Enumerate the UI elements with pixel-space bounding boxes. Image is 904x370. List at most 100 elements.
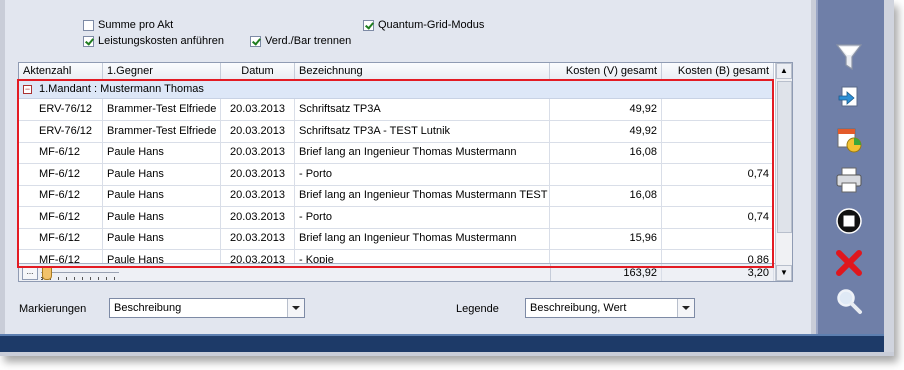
cell-gegner: Paule Hans	[103, 228, 221, 249]
cell-bezeichnung: Schriftsatz TP3A - TEST Lutnik	[295, 120, 550, 142]
close-icon[interactable]	[832, 248, 866, 278]
table-row[interactable]: MF-6/12 Paule Hans 20.03.2013- Porto 0,74	[19, 163, 774, 186]
checkbox-box[interactable]	[250, 35, 261, 47]
calendar-chart-icon[interactable]	[832, 125, 866, 155]
cell-bezeichnung: - Porto	[295, 163, 550, 185]
cell-gegner: Paule Hans	[103, 163, 221, 185]
column-header-aktenzahl[interactable]: Aktenzahl	[19, 63, 103, 80]
cell-datum: 20.03.2013	[221, 163, 295, 185]
cell-aktenzahl: MF-6/12	[35, 228, 103, 249]
cell-kosten-b	[662, 120, 774, 142]
cell-gegner: Paule Hans	[103, 206, 221, 228]
verd-bar-checkbox[interactable]: Verd./Bar trennen	[250, 34, 351, 48]
cell-gegner: Paule Hans	[103, 185, 221, 206]
cell-datum: 20.03.2013	[221, 120, 295, 142]
cell-datum: 20.03.2013	[221, 142, 295, 163]
column-header-gegner[interactable]: 1.Gegner	[103, 63, 221, 80]
cell-kosten-b: 0,74	[662, 206, 774, 228]
grid-header: Aktenzahl 1.Gegner Datum Bezeichnung Kos…	[19, 63, 774, 81]
customize-button[interactable]: ...	[22, 267, 38, 280]
slider-thumb[interactable]	[42, 266, 52, 280]
cell-kosten-v: 16,08	[550, 185, 662, 206]
printer-icon[interactable]	[832, 165, 866, 195]
cell-kosten-b	[662, 185, 774, 206]
cell-bezeichnung: Brief lang an Ingenieur Thomas Musterman…	[295, 142, 550, 163]
window-edge	[884, 0, 894, 356]
filter-icon[interactable]	[832, 42, 866, 72]
checkbox-box[interactable]	[363, 19, 374, 31]
cell-kosten-v: 16,08	[550, 142, 662, 163]
export-icon[interactable]	[832, 82, 866, 112]
checkbox-label: Quantum-Grid-Modus	[378, 19, 485, 31]
scroll-thumb[interactable]	[777, 81, 792, 233]
cell-gegner: Brammer-Test Elfriede	[103, 99, 221, 120]
select-value: Beschreibung, Wert	[530, 302, 627, 314]
scroll-down-icon[interactable]: ▼	[776, 265, 792, 281]
group-row[interactable]: − 1.Mandant : Mustermann Thomas	[19, 81, 774, 99]
zoom-slider[interactable]	[41, 266, 121, 280]
table-row[interactable]: MF-6/12 Paule Hans 20.03.2013 Brief lang an…	[19, 228, 774, 250]
legende-select[interactable]: Beschreibung, Wert	[525, 298, 695, 318]
cell-kosten-v: 15,96	[550, 228, 662, 249]
scroll-up-icon[interactable]: ▲	[776, 63, 792, 79]
cell-bezeichnung: Brief lang an Ingenieur Thomas Musterman…	[295, 228, 550, 249]
markierungen-select[interactable]: Beschreibung	[109, 298, 305, 318]
leistungskosten-checkbox[interactable]: Leistungskosten anführen	[83, 34, 224, 48]
cell-gegner: Brammer-Test Elfriede	[103, 120, 221, 142]
table-row[interactable]: MF-6/12 Paule Hans 20.03.2013 Brief lang an…	[19, 142, 774, 164]
status-strip	[0, 352, 894, 356]
cost-grid: Aktenzahl 1.Gegner Datum Bezeichnung Kos…	[18, 62, 793, 282]
cell-kosten-v: 49,92	[550, 120, 662, 142]
stop-icon[interactable]	[832, 206, 866, 236]
grid-footer: ... 163,92 3,20	[19, 263, 775, 281]
cell-bezeichnung: Brief lang an Ingenieur Thomas Musterman…	[295, 185, 550, 206]
cell-aktenzahl: ERV-76/12	[35, 120, 103, 142]
bottom-bar	[0, 334, 884, 354]
markierungen-label: Markierungen	[19, 303, 87, 315]
cell-kosten-b: 0,74	[662, 163, 774, 185]
checkbox-label: Leistungskosten anführen	[98, 35, 224, 47]
table-row[interactable]: MF-6/12 Paule Hans 20.03.2013 Brief lang an…	[19, 185, 774, 207]
checkbox-label: Summe pro Akt	[98, 19, 174, 31]
search-icon[interactable]	[832, 286, 866, 316]
cell-datum: 20.03.2013	[221, 228, 295, 249]
app-window: Summe pro Akt Leistungskosten anführen V…	[0, 0, 894, 356]
checkbox-label: Verd./Bar trennen	[265, 35, 352, 47]
cell-bezeichnung: Schriftsatz TP3A	[295, 99, 550, 120]
cell-aktenzahl: MF-6/12	[35, 163, 103, 185]
checkbox-box[interactable]	[83, 19, 94, 31]
column-header-kosten-v[interactable]: Kosten (V) gesamt	[550, 63, 662, 80]
total-kosten-v: 163,92	[550, 264, 662, 281]
cell-datum: 20.03.2013	[221, 206, 295, 228]
cell-kosten-v: 49,92	[550, 99, 662, 120]
table-row[interactable]: ERV-76/12 Brammer-Test Elfriede 20.03.2013…	[19, 99, 774, 121]
cell-aktenzahl: MF-6/12	[35, 142, 103, 163]
cell-kosten-v	[550, 206, 662, 228]
checkbox-box[interactable]	[83, 35, 94, 47]
cell-kosten-v	[550, 163, 662, 185]
cell-datum: 20.03.2013	[221, 185, 295, 206]
cell-kosten-b	[662, 142, 774, 163]
table-row[interactable]: MF-6/12 Paule Hans 20.03.2013- Porto 0,74	[19, 206, 774, 229]
cell-kosten-b	[662, 228, 774, 249]
cell-bezeichnung: - Porto	[295, 206, 550, 228]
chevron-down-icon[interactable]	[287, 299, 304, 317]
column-header-bezeichnung[interactable]: Bezeichnung	[295, 63, 550, 80]
total-kosten-b: 3,20	[662, 264, 774, 281]
column-header-kosten-b[interactable]: Kosten (B) gesamt	[662, 63, 774, 80]
quantum-grid-checkbox[interactable]: Quantum-Grid-Modus	[363, 18, 484, 32]
vertical-scrollbar[interactable]: ▲ ▼	[775, 63, 792, 281]
table-row[interactable]: ERV-76/12 Brammer-Test Elfriede 20.03.2013…	[19, 120, 774, 143]
cell-aktenzahl: MF-6/12	[35, 206, 103, 228]
legende-label: Legende	[456, 303, 499, 315]
cell-gegner: Paule Hans	[103, 142, 221, 163]
cell-kosten-b	[662, 99, 774, 120]
group-label: 1.Mandant : Mustermann Thomas	[39, 83, 204, 95]
chevron-down-icon[interactable]	[677, 299, 694, 317]
cell-datum: 20.03.2013	[221, 99, 295, 120]
summe-pro-akt-checkbox[interactable]: Summe pro Akt	[83, 18, 173, 32]
collapse-icon[interactable]: −	[23, 85, 32, 94]
column-header-datum[interactable]: Datum	[221, 63, 295, 80]
cell-aktenzahl: ERV-76/12	[35, 99, 103, 120]
cell-aktenzahl: MF-6/12	[35, 185, 103, 206]
